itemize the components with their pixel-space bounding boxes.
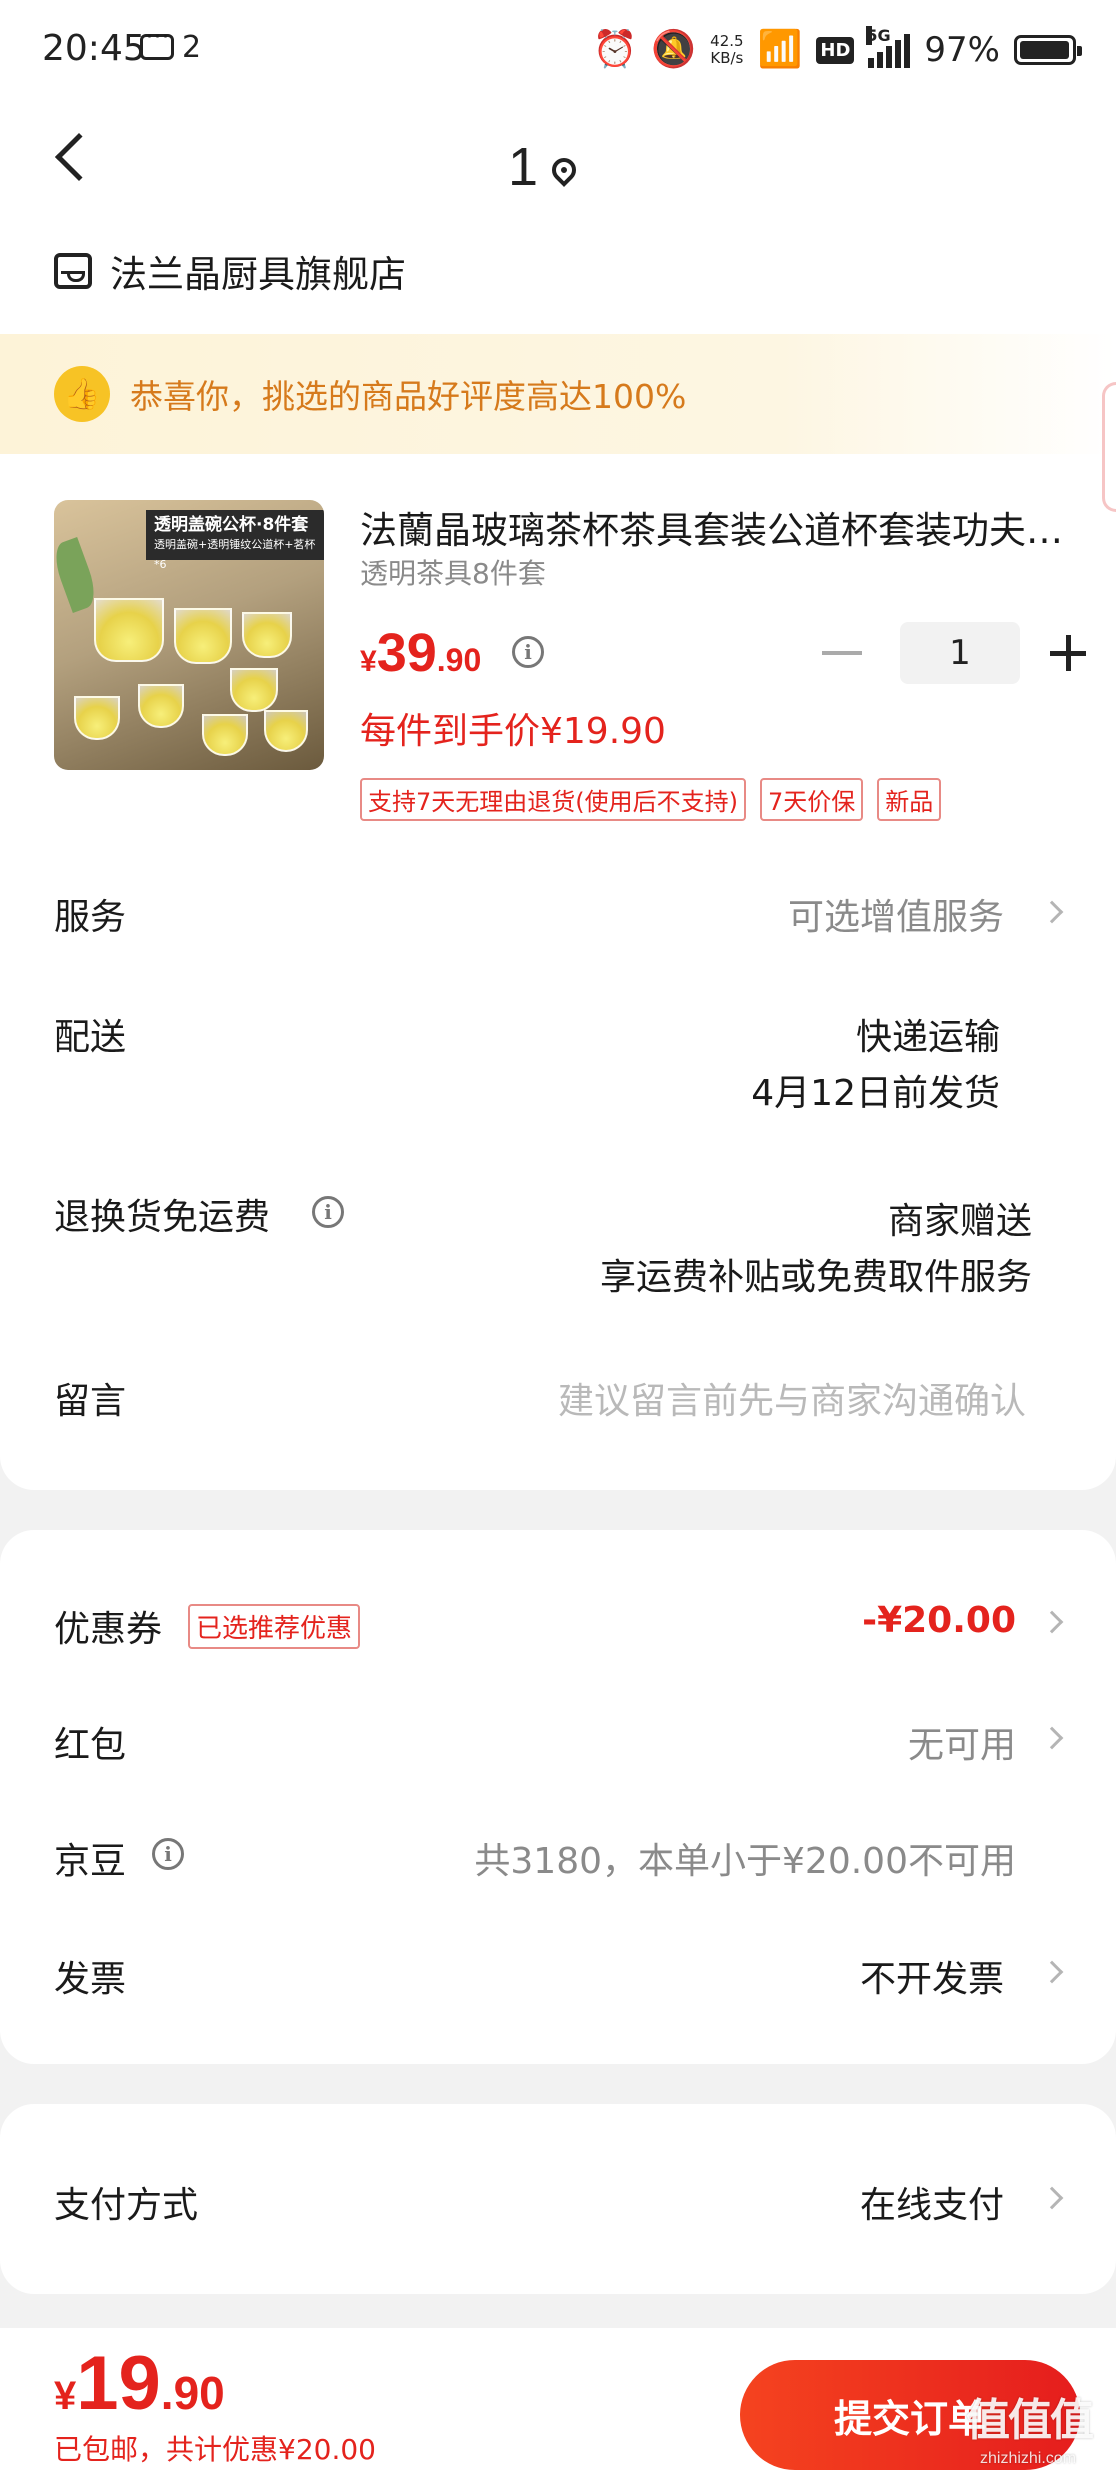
product-image[interactable]: 透明盖碗公杯·8件套 透明盖碗+透明锤纹公道杯+茗杯*6 [54,500,324,770]
service-value: 可选增值服务 [787,897,1004,938]
cup [74,696,120,740]
network-speed-value: 42.5 [710,32,744,50]
cup [242,612,292,658]
banner-text: 恭喜你，挑选的商品好评度高达100% [130,377,687,416]
message-notification-icon [140,25,174,60]
price-info-icon[interactable]: i [512,636,544,668]
status-bar: 20:45 2 ⏰ 🔕 42.5 KB/s 📶 HD 5G 97% [0,0,1116,100]
product-price: ¥ 39 .90 [360,622,481,684]
side-tab[interactable] [1102,382,1116,512]
total-subtext: 已包邮，共计优惠¥20.00 [54,2433,376,2466]
wifi-icon: 📶 [757,29,803,70]
teapot [94,598,164,662]
alarm-icon: ⏰ [592,29,638,70]
shop-header[interactable]: 法兰晶厨具旗舰店 [54,244,406,298]
battery-fill [1020,41,1069,59]
quantity-plus-button[interactable] [1050,635,1086,671]
battery-icon [1014,35,1082,65]
total-decimal: .90 [160,2367,225,2419]
message-input[interactable]: 建议留言前先与商家沟通确认 [558,1372,1026,1424]
tag-new: 新品 [877,778,942,821]
rating-banner: 👍 恭喜你，挑选的商品好评度高达100% [0,334,1116,512]
message-label: 留言 [54,1381,127,1422]
jd-beans-label: 京豆 [54,1841,127,1882]
cup [230,668,278,712]
product-image-caption: 透明盖碗公杯·8件套 透明盖碗+透明锤纹公道杯+茗杯*6 [146,510,324,571]
battery-percent: 97% [924,30,1000,70]
hd-badge: HD [816,36,855,64]
delivery-label: 配送 [54,1017,127,1058]
return-shipping-value-1: 商家赠送 [887,1201,1032,1242]
product-tags: 支持7天无理由退货(使用后不支持) 7天价保 新品 [360,778,942,821]
quantity-minus-button[interactable] [822,651,862,655]
total-price: ¥ 19 .90 [54,2340,225,2427]
quantity-input[interactable]: 1 [900,622,1020,684]
return-shipping-label: 退换货免运费 [54,1197,271,1238]
total-integer: 19 [76,2341,161,2426]
delivery-date: 4月12日前发货 [751,1073,1000,1114]
product-title[interactable]: 法蘭晶玻璃茶杯茶具套装公道杯套装功夫茶具 [360,500,1080,554]
cup [138,684,184,728]
status-icons: ⏰ 🔕 42.5 KB/s 📶 HD 5G 97% [592,24,1082,76]
return-shipping-value-2: 享运费补贴或免费取件服务 [599,1257,1032,1298]
tag-return-policy: 支持7天无理由退货(使用后不支持) [360,778,746,821]
payment-label: 支付方式 [54,2185,199,2226]
coupon-tag: 已选推荐优惠 [188,1604,361,1649]
cup [264,710,308,752]
price-decimal: .90 [436,642,482,678]
network-type: 5G [866,26,891,45]
thumbs-up-icon: 👍 [54,366,110,422]
pitcher [174,608,232,664]
watermark-logo: 值值值 [966,2395,1094,2446]
address-number: 1 [508,137,539,197]
coupon-value: -¥20.00 [862,1600,1016,1641]
coupon-label: 优惠券 [54,1609,163,1650]
address-selector[interactable]: 1 [508,136,582,198]
shop-name: 法兰晶厨具旗舰店 [110,253,406,296]
quantity-stepper: 1 [822,622,1086,684]
image-caption-line-2: 透明盖碗+透明锤纹公道杯+茗杯*6 [154,538,316,571]
cup [202,714,248,756]
return-info-icon[interactable]: i [312,1196,344,1228]
status-time: 20:45 [42,28,146,69]
service-label: 服务 [54,897,127,938]
network-speed-unit: KB/s [710,49,744,67]
cell-signal-icon: 5G [866,26,911,68]
delivery-method: 快递运输 [855,1017,1000,1058]
payment-value: 在线支付 [859,2185,1004,2226]
invoice-label: 发票 [54,1959,127,2000]
red-packet-label: 红包 [54,1725,127,1766]
mute-bell-icon: 🔕 [651,29,697,70]
tag-price-protection: 7天价保 [760,778,864,821]
price-integer: 39 [376,623,437,683]
product-spec[interactable]: 透明茶具8件套 [360,552,546,592]
network-speed: 42.5 KB/s [710,33,743,67]
watermark-url: zhizhizhi.com [980,2450,1077,2467]
store-icon [54,253,92,289]
red-packet-value: 无可用 [907,1725,1016,1766]
unit-price: 每件到手价¥19.90 [360,711,666,752]
image-caption-line-1: 透明盖碗公杯·8件套 [154,515,309,535]
notification-count: 2 [182,30,202,65]
location-pin-icon [547,153,582,187]
jd-beans-info-icon[interactable]: i [152,1838,184,1870]
jd-beans-value: 共3180，本单小于¥20.00不可用 [474,1841,1016,1882]
invoice-value: 不开发票 [859,1959,1004,2000]
total-currency: ¥ [54,2374,77,2418]
price-currency: ¥ [360,645,377,678]
